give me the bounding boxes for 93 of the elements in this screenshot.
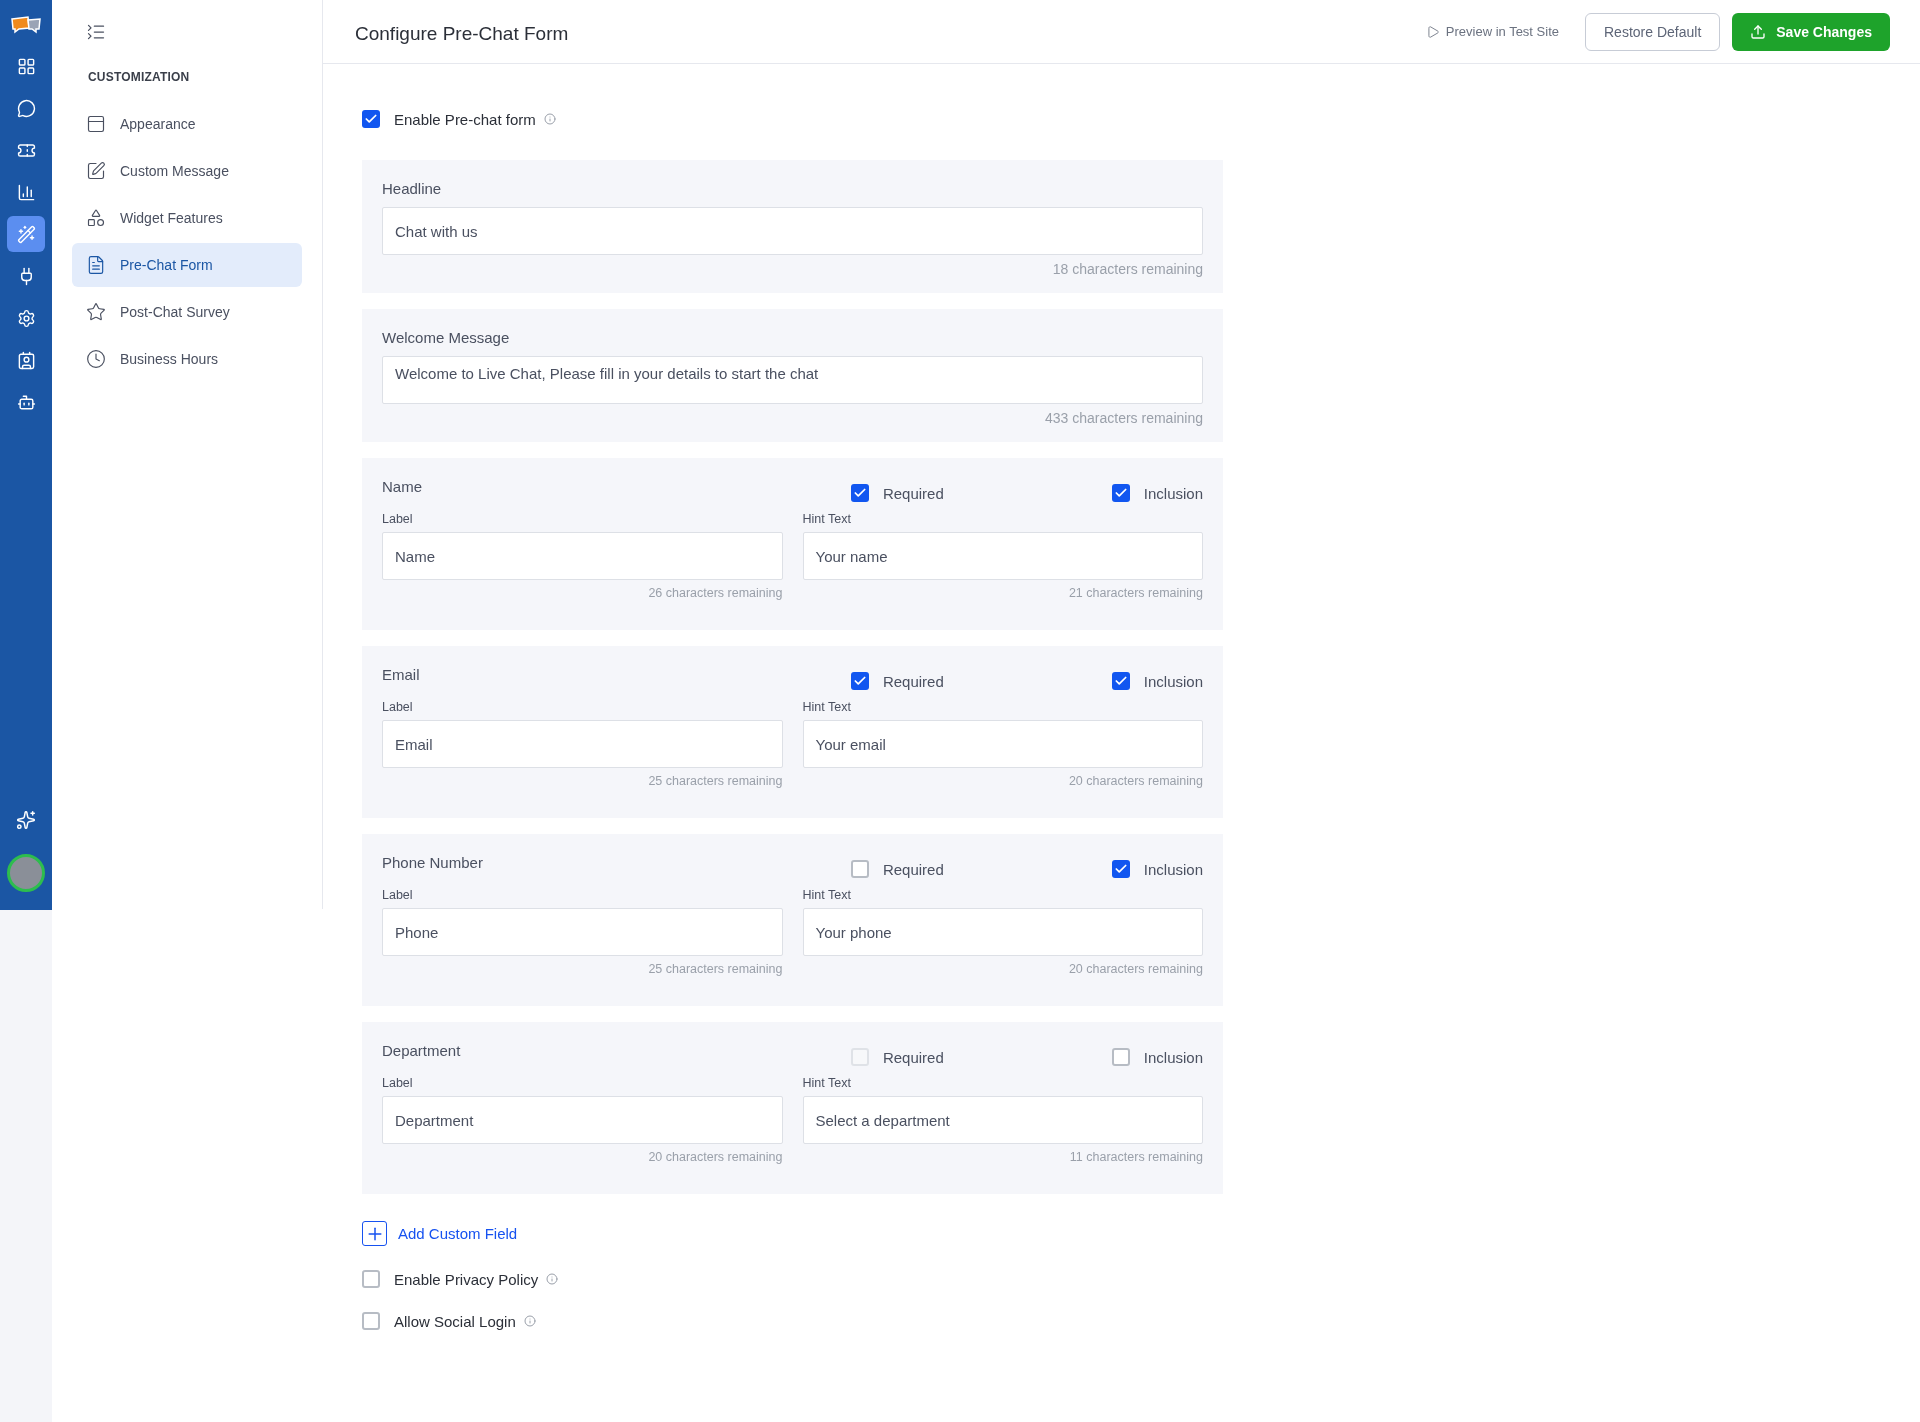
sidebar-item[interactable]: Post-Chat Survey (72, 290, 302, 334)
checkbox-label: Inclusion (1143, 484, 1203, 502)
features-icon (86, 208, 106, 228)
characters-remaining: 11 characters remaining (1069, 1150, 1203, 1164)
checkbox-label: Required (882, 1048, 944, 1066)
check-icon (1113, 674, 1128, 688)
field-label: Label (382, 888, 414, 902)
checkbox[interactable] (362, 110, 380, 128)
checkbox[interactable] (850, 672, 869, 690)
checkbox[interactable] (362, 1270, 380, 1288)
checkbox[interactable] (1111, 672, 1130, 690)
check-icon (852, 674, 867, 688)
checkbox[interactable] (1111, 1048, 1130, 1066)
layout-icon (86, 114, 106, 134)
checkbox-label: Enable Pre-chat form (394, 110, 536, 128)
label-field[interactable]: Name (382, 532, 783, 580)
preview-link[interactable]: Preview in Test Site (1425, 24, 1559, 39)
label-field[interactable]: Department (382, 1096, 783, 1144)
page-title: Configure Pre-Chat Form (355, 21, 570, 45)
settings-icon (16, 308, 36, 328)
avatar[interactable] (7, 854, 45, 892)
clock-icon (86, 349, 106, 369)
characters-remaining: 433 characters remaining (1045, 410, 1203, 426)
section-title: Headline (382, 180, 443, 197)
section-title: Department (382, 1042, 461, 1059)
restore-button[interactable]: Restore Default (1585, 12, 1721, 51)
section-title: Email (382, 666, 420, 683)
sidebar-item[interactable]: Business Hours (72, 337, 302, 381)
star-icon (86, 302, 106, 322)
check-icon (1113, 862, 1128, 876)
sparkle-icon (16, 810, 36, 830)
sidebar-item[interactable]: Widget Features (72, 196, 302, 240)
field-label: Label (382, 1076, 414, 1090)
checkbox-label: Required (882, 672, 944, 690)
bot-icon (16, 392, 36, 412)
upload-icon (1750, 23, 1767, 40)
checkbox-label: Allow Social Login (394, 1312, 516, 1330)
checkbox[interactable] (1111, 860, 1130, 878)
field-label: Hint Text (802, 512, 852, 526)
logo-icon (11, 16, 41, 34)
play-icon (1425, 24, 1440, 39)
hint-field[interactable]: Your name (802, 532, 1203, 580)
hint-field[interactable]: Your email (802, 720, 1203, 768)
label-field[interactable]: Phone (382, 908, 783, 956)
hint-field[interactable]: Your phone (802, 908, 1203, 956)
field-label: Hint Text (802, 1076, 852, 1090)
chart-icon (16, 182, 36, 202)
label-field[interactable]: Email (382, 720, 783, 768)
section-title: Phone Number (382, 854, 483, 871)
characters-remaining: 25 characters remaining (648, 774, 783, 788)
check-icon (852, 486, 867, 500)
characters-remaining: 21 characters remaining (1068, 586, 1203, 600)
check-icon (1113, 486, 1128, 500)
checkbox-label: Inclusion (1143, 860, 1203, 878)
characters-remaining: 18 characters remaining (1052, 261, 1203, 277)
hint-field[interactable]: Select a department (802, 1096, 1203, 1144)
add-custom-field-button[interactable]: Add Custom Field (362, 1221, 1223, 1246)
characters-remaining: 26 characters remaining (648, 586, 783, 600)
checkbox-label: Required (882, 860, 944, 878)
sidebar-item[interactable]: Custom Message (72, 149, 302, 193)
plus-icon (362, 1221, 387, 1246)
section-title: Welcome Message (382, 329, 511, 346)
menu-icon[interactable] (86, 22, 106, 42)
characters-remaining: 20 characters remaining (1068, 962, 1203, 976)
section-heading: CUSTOMIZATION (88, 70, 191, 84)
checkbox[interactable] (850, 484, 869, 502)
contacts-icon (16, 350, 36, 370)
checkbox-label: Inclusion (1143, 1048, 1203, 1066)
field-label: Label (382, 512, 414, 526)
checkbox-label: Enable Privacy Policy (394, 1270, 539, 1288)
checkbox[interactable] (362, 1312, 380, 1330)
nav-button[interactable] (7, 216, 45, 252)
sidebar-item[interactable]: Appearance (72, 102, 302, 146)
grid-icon (16, 56, 36, 76)
characters-remaining: 20 characters remaining (648, 1150, 783, 1164)
field-label: Label (382, 700, 414, 714)
text-field[interactable]: Welcome to Live Chat, Please fill in your details to start the chat (382, 356, 1203, 404)
section-title: Name (382, 478, 422, 495)
field-label: Hint Text (802, 888, 852, 902)
field-label: Hint Text (802, 700, 852, 714)
text-field[interactable]: Chat with us (382, 207, 1203, 255)
wand-icon (16, 224, 36, 244)
checkbox-label: Required (882, 484, 944, 502)
sidebar-item[interactable]: Pre-Chat Form (72, 243, 302, 287)
file-icon (86, 255, 106, 275)
checkbox[interactable] (850, 860, 869, 878)
checkbox-label: Inclusion (1143, 672, 1203, 690)
checkbox[interactable] (1111, 484, 1130, 502)
chat-icon (16, 98, 36, 118)
characters-remaining: 20 characters remaining (1068, 774, 1203, 788)
check-icon (364, 112, 378, 126)
edit-icon (86, 161, 106, 181)
characters-remaining: 25 characters remaining (648, 962, 783, 976)
